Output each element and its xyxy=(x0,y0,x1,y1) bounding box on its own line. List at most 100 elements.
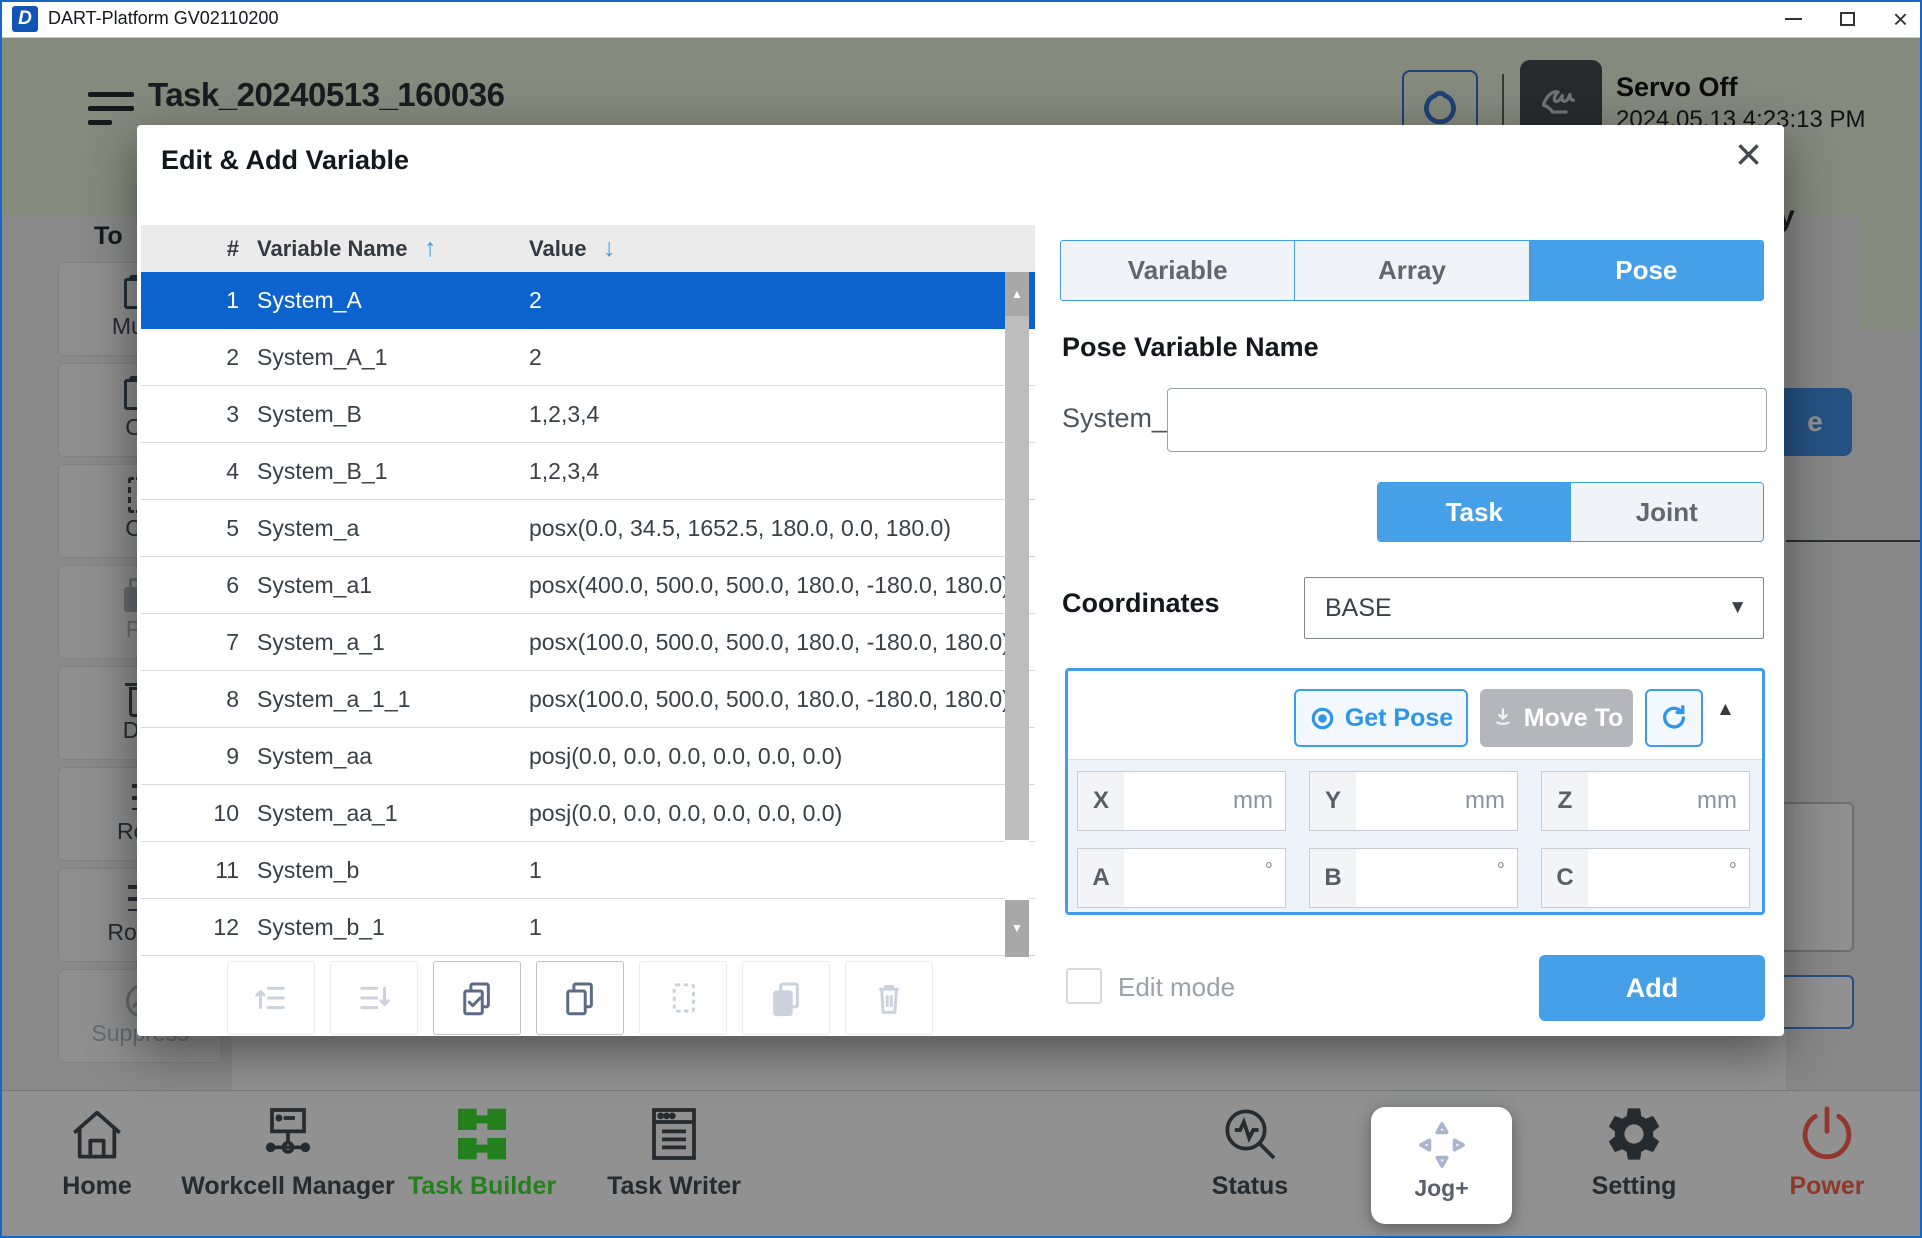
pose-coordinate-field[interactable]: C ° xyxy=(1541,848,1750,908)
row-variable-name: System_B_1 xyxy=(257,443,387,499)
pose-coordinate-field[interactable]: A ° xyxy=(1077,848,1286,908)
edit-add-variable-dialog: Edit & Add Variable × # Variable Name ↑ … xyxy=(137,125,1784,1036)
edit-mode-checkbox[interactable] xyxy=(1066,968,1102,1004)
row-variable-name: System_aa_1 xyxy=(257,785,398,841)
table-row[interactable]: 3 System_B 1,2,3,4 xyxy=(141,386,1035,443)
tab-joint[interactable]: Joint xyxy=(1571,483,1764,541)
row-value: posx(0.0, 34.5, 1652.5, 180.0, 0.0, 180.… xyxy=(529,500,951,556)
tab-pose[interactable]: Pose xyxy=(1529,241,1763,300)
row-number: 3 xyxy=(181,386,239,442)
refresh-pose-button[interactable] xyxy=(1645,689,1703,747)
coordinate-label: B xyxy=(1310,849,1356,907)
table-row[interactable]: 10 System_aa_1 posj(0.0, 0.0, 0.0, 0.0, … xyxy=(141,785,1035,842)
paste-filled-icon xyxy=(765,977,807,1019)
table-row[interactable]: 6 System_a1 posx(400.0, 500.0, 500.0, 18… xyxy=(141,557,1035,614)
table-row[interactable]: 2 System_A_1 2 xyxy=(141,329,1035,386)
tab-variable[interactable]: Variable xyxy=(1061,241,1294,300)
copy-checked-button[interactable] xyxy=(433,961,521,1035)
close-dialog-icon[interactable]: × xyxy=(1735,129,1762,180)
pose-coordinate-field[interactable]: X mm xyxy=(1077,771,1286,831)
table-row[interactable]: 11 System_b 1 xyxy=(141,842,1035,899)
column-number: # xyxy=(201,225,239,272)
move-to-icon xyxy=(1490,705,1516,731)
coordinate-unit: mm xyxy=(1233,787,1285,815)
column-variable-name[interactable]: Variable Name xyxy=(257,225,407,272)
insert-above-icon xyxy=(250,977,292,1019)
coordinate-label: A xyxy=(1078,849,1124,907)
collapse-panel-icon[interactable]: ▲ xyxy=(1716,699,1735,721)
delete-icon xyxy=(868,977,910,1019)
tab-task[interactable]: Task xyxy=(1378,483,1571,541)
pose-coordinate-field[interactable]: Y mm xyxy=(1309,771,1518,831)
insert-above-button[interactable] xyxy=(227,961,315,1035)
move-to-button[interactable]: Move To xyxy=(1480,689,1633,747)
nav-jog[interactable]: Jog+ xyxy=(1371,1107,1512,1224)
table-toolbar xyxy=(137,961,1037,1035)
row-value: posx(400.0, 500.0, 500.0, 180.0, -180.0,… xyxy=(529,557,1010,613)
table-row[interactable]: 7 System_a_1 posx(100.0, 500.0, 500.0, 1… xyxy=(141,614,1035,671)
scroll-up-icon[interactable]: ▲ xyxy=(1005,272,1029,316)
row-variable-name: System_B xyxy=(257,386,362,442)
variable-type-tabs: Variable Array Pose xyxy=(1060,240,1764,301)
coordinate-label: Z xyxy=(1542,772,1588,830)
duplicate-button[interactable] xyxy=(536,961,624,1035)
variable-table: 1 System_A 2 2 System_A_1 2 3 System_B 1… xyxy=(141,272,1035,957)
table-row[interactable]: 5 System_a posx(0.0, 34.5, 1652.5, 180.0… xyxy=(141,500,1035,557)
maximize-icon[interactable] xyxy=(1840,12,1855,26)
window-titlebar: D DART-Platform GV02110200 × xyxy=(0,0,1922,38)
row-variable-name: System_a xyxy=(257,500,359,556)
row-variable-name: System_b xyxy=(257,842,359,898)
row-variable-name: System_a_1_1 xyxy=(257,671,410,727)
variable-name-prefix: System_ xyxy=(1062,403,1167,434)
coordinates-label: Coordinates xyxy=(1062,588,1220,619)
pose-coordinate-field[interactable]: Z mm xyxy=(1541,771,1750,831)
sort-ascending-icon[interactable]: ↑ xyxy=(424,225,437,272)
table-row[interactable]: 4 System_B_1 1,2,3,4 xyxy=(141,443,1035,500)
pose-variable-name-heading: Pose Variable Name xyxy=(1062,332,1319,363)
table-row[interactable]: 1 System_A 2 xyxy=(141,272,1035,329)
scroll-down-icon[interactable]: ▼ xyxy=(1005,900,1029,957)
table-row[interactable]: 12 System_b_1 1 xyxy=(141,899,1035,956)
row-value: 2 xyxy=(529,329,542,385)
close-window-icon[interactable]: × xyxy=(1893,9,1908,29)
row-number: 4 xyxy=(181,443,239,499)
pose-coordinate-field[interactable]: B ° xyxy=(1309,848,1518,908)
coordinate-unit: ° xyxy=(1265,849,1285,883)
insert-below-icon xyxy=(353,977,395,1019)
coordinate-label: C xyxy=(1542,849,1588,907)
edit-mode-label: Edit mode xyxy=(1118,972,1235,1003)
duplicate-icon xyxy=(559,977,601,1019)
paste-outline-button[interactable] xyxy=(639,961,727,1035)
row-variable-name: System_b_1 xyxy=(257,899,385,955)
scrollbar-thumb[interactable] xyxy=(1005,316,1029,840)
row-value: posx(100.0, 500.0, 500.0, 180.0, -180.0,… xyxy=(529,671,1010,727)
row-value: posj(0.0, 0.0, 0.0, 0.0, 0.0, 0.0) xyxy=(529,728,842,784)
pose-variable-name-input[interactable] xyxy=(1167,388,1767,452)
row-number: 5 xyxy=(181,500,239,556)
add-button[interactable]: Add xyxy=(1539,955,1765,1021)
pose-coordinates-panel: Get Pose Move To ▲ X mm Y xyxy=(1065,668,1765,915)
coordinates-dropdown[interactable]: BASE ▼ xyxy=(1304,577,1764,639)
coordinate-label: Y xyxy=(1310,772,1356,830)
column-value[interactable]: Value xyxy=(529,225,586,272)
row-value: 2 xyxy=(529,272,542,328)
minimize-icon[interactable] xyxy=(1785,18,1802,20)
row-variable-name: System_A xyxy=(257,272,362,328)
window-title: DART-Platform GV02110200 xyxy=(48,8,278,29)
row-value: 1,2,3,4 xyxy=(529,386,599,442)
row-number: 1 xyxy=(181,272,239,328)
delete-button[interactable] xyxy=(845,961,933,1035)
get-pose-button[interactable]: Get Pose xyxy=(1294,689,1468,747)
row-number: 9 xyxy=(181,728,239,784)
table-scrollbar[interactable]: ▲ ▼ xyxy=(1005,272,1029,957)
dialog-title: Edit & Add Variable xyxy=(161,145,409,176)
row-number: 12 xyxy=(181,899,239,955)
table-row[interactable]: 8 System_a_1_1 posx(100.0, 500.0, 500.0,… xyxy=(141,671,1035,728)
tab-array[interactable]: Array xyxy=(1294,241,1528,300)
paste-filled-button[interactable] xyxy=(742,961,830,1035)
insert-below-button[interactable] xyxy=(330,961,418,1035)
table-row[interactable]: 9 System_aa posj(0.0, 0.0, 0.0, 0.0, 0.0… xyxy=(141,728,1035,785)
row-variable-name: System_a1 xyxy=(257,557,372,613)
row-value: 1 xyxy=(529,842,542,898)
sort-descending-icon[interactable]: ↓ xyxy=(603,225,616,272)
